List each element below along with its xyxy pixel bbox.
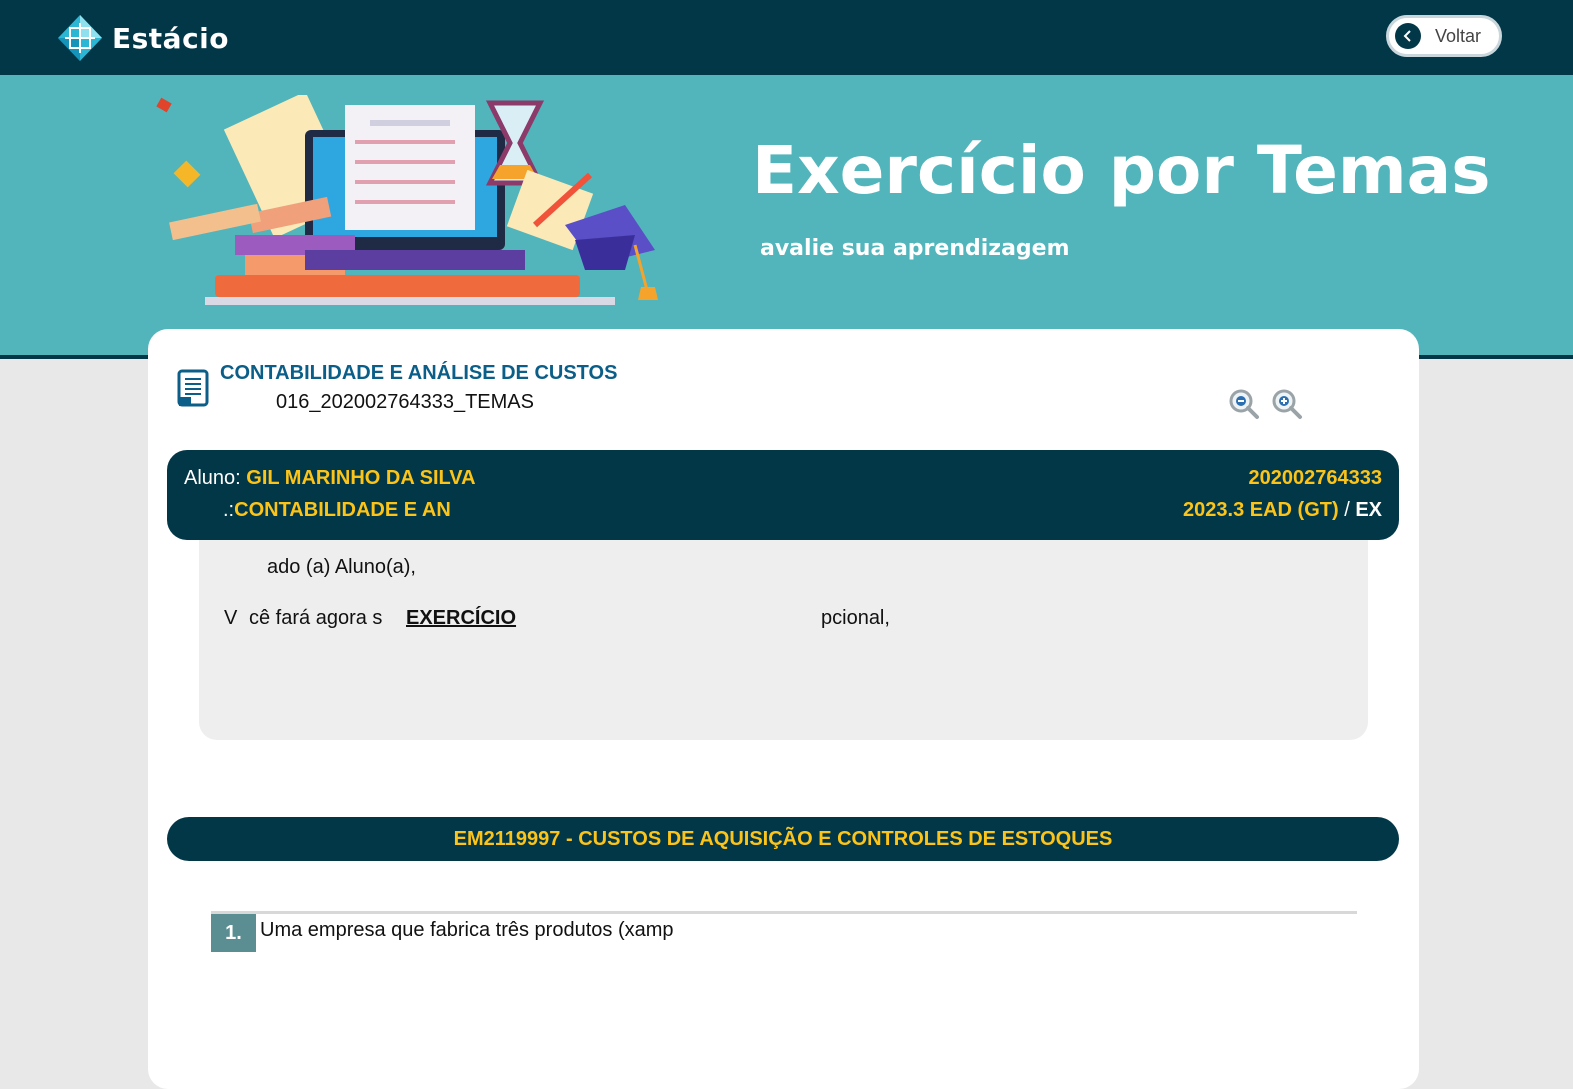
course-prefix: .: xyxy=(223,499,235,521)
topic-title: EM2119997 - CUSTOS DE AQUISIÇÃO E CONTRO… xyxy=(453,827,1113,850)
period-separator: / xyxy=(1344,499,1350,521)
greeting-text: ado (a) Aluno(a), xyxy=(267,556,416,578)
zoom-in-icon[interactable] xyxy=(1271,388,1303,420)
question-number: 1. xyxy=(211,914,256,952)
instructions-fragment-2: cê fará agora s xyxy=(249,607,383,629)
chevron-left-icon xyxy=(1395,23,1421,49)
back-button-label: Voltar xyxy=(1435,25,1482,46)
student-info-bar: Aluno: GIL MARINHO DA SILVA .:CONTABILID… xyxy=(167,450,1399,540)
top-navbar: Estácio Voltar xyxy=(0,0,1573,75)
question-divider xyxy=(211,911,1357,914)
page-subtitle: avalie sua aprendizagem xyxy=(760,236,1070,261)
question-text: Uma empresa que fabrica três produtos (x… xyxy=(260,919,674,941)
instructions-fragment-1: V xyxy=(224,607,238,629)
student-line: Aluno: GIL MARINHO DA SILVA xyxy=(184,467,476,490)
student-matricula: 202002764333 xyxy=(1248,467,1382,489)
zoom-out-icon[interactable] xyxy=(1228,388,1260,420)
period-line: 2023.3 EAD (GT) / EX xyxy=(1183,499,1382,522)
course-name: CONTABILIDADE E ANÁLISE DE CUSTOS xyxy=(220,362,618,384)
back-button[interactable]: Voltar xyxy=(1386,15,1502,57)
student-course: CONTABILIDADE E AN xyxy=(234,499,451,521)
period-suffix: EX xyxy=(1355,499,1382,521)
brand-name: Estácio xyxy=(112,21,230,55)
study-illustration xyxy=(156,95,658,305)
student-name: GIL MARINHO DA SILVA xyxy=(246,467,476,489)
page-title: Exercício por Temas xyxy=(752,132,1491,209)
exercise-emphasis: EXERCÍCIO xyxy=(406,607,517,629)
estacio-logo[interactable]: Estácio xyxy=(56,13,229,63)
estacio-logo-icon xyxy=(58,15,102,61)
student-label: Aluno: xyxy=(184,467,241,489)
document-list-icon xyxy=(177,369,209,407)
student-course-line: .:CONTABILIDADE E AN xyxy=(223,499,451,522)
period: 2023.3 EAD (GT) xyxy=(1183,499,1339,521)
instructions-fragment-3: pcional, xyxy=(821,607,890,629)
topic-header: EM2119997 - CUSTOS DE AQUISIÇÃO E CONTRO… xyxy=(167,817,1399,861)
course-code: 016_202002764333_TEMAS xyxy=(276,391,534,413)
